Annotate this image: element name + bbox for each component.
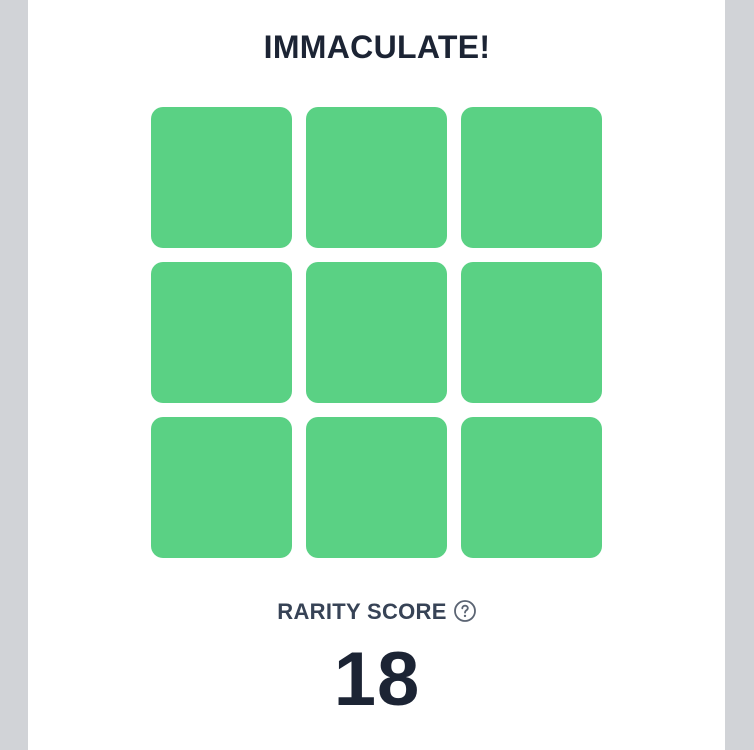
grid-cell[interactable] <box>306 262 447 403</box>
grid-cell[interactable] <box>151 262 292 403</box>
result-panel: IMMACULATE! RARITY SCORE 18 <box>28 0 725 750</box>
grid-cell[interactable] <box>306 417 447 558</box>
grid-cell[interactable] <box>306 107 447 248</box>
grid-cell[interactable] <box>461 107 602 248</box>
result-title: IMMACULATE! <box>263 29 491 65</box>
answer-grid <box>151 107 602 558</box>
grid-cell[interactable] <box>151 107 292 248</box>
rarity-score-label: RARITY SCORE <box>277 599 447 625</box>
question-circle-icon[interactable] <box>453 599 477 623</box>
grid-cell[interactable] <box>461 262 602 403</box>
rarity-score-header: RARITY SCORE <box>0 597 754 626</box>
grid-cell[interactable] <box>461 417 602 558</box>
rarity-score-value: 18 <box>333 637 421 722</box>
grid-cell[interactable] <box>151 417 292 558</box>
